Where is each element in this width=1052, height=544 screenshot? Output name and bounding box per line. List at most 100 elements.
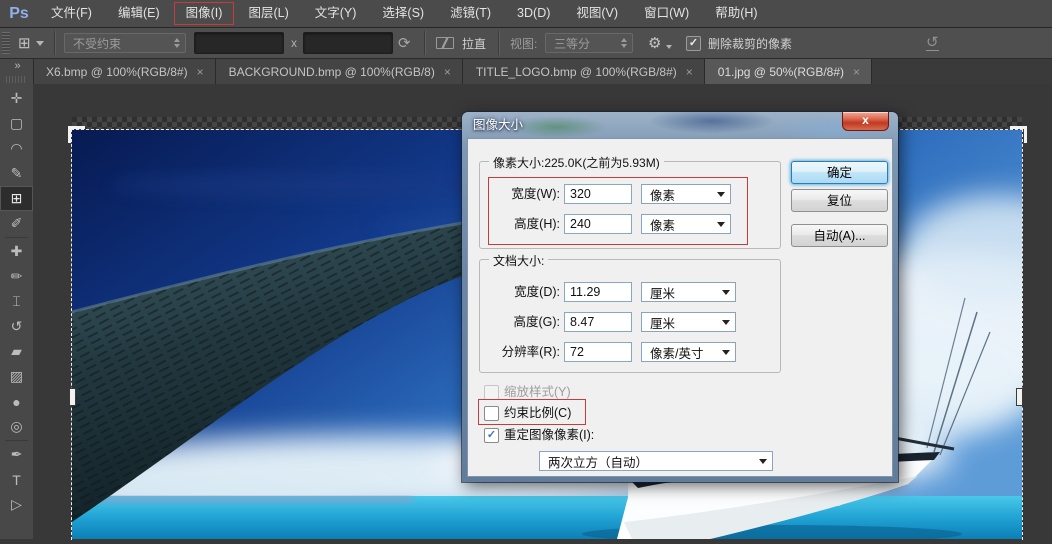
blur-tool[interactable]: ●	[0, 389, 33, 414]
crop-tool[interactable]: ⊞	[0, 186, 33, 211]
pixel-width-label: 宽度(W):	[494, 184, 560, 204]
menu-help[interactable]: 帮助(H)	[702, 1, 770, 26]
crop-ratio-dropdown[interactable]: 不受约束	[64, 28, 186, 58]
menu-image[interactable]: 图像(I)	[173, 1, 236, 26]
menu-select[interactable]: 选择(S)	[369, 1, 437, 26]
crop-handle-right[interactable]	[1016, 388, 1023, 406]
menu-view[interactable]: 视图(V)	[563, 1, 631, 26]
menu-edit[interactable]: 编辑(E)	[105, 1, 173, 26]
delete-cropped-pixels-checkbox[interactable]: ✓ 删除裁剪的像素	[686, 28, 792, 58]
tab-title-logo[interactable]: TITLE_LOGO.bmp @ 100%(RGB/8#) ×	[463, 59, 705, 84]
pixel-width-unit-select[interactable]: 像素	[641, 184, 731, 204]
lasso-tool[interactable]: ◠	[0, 136, 33, 161]
menu-window[interactable]: 窗口(W)	[631, 1, 702, 26]
dropdown-arrow-icon	[717, 192, 725, 201]
menu-layer[interactable]: 图层(L)	[235, 1, 301, 26]
quick-selection-tool[interactable]: ✎	[0, 161, 33, 186]
doc-width-unit-select[interactable]: 厘米	[641, 282, 736, 302]
close-icon[interactable]: ×	[197, 65, 204, 79]
view-label: 视图:	[510, 28, 537, 58]
gradient-tool[interactable]: ▨	[0, 364, 33, 389]
crop-handle-top-right[interactable]	[1010, 126, 1027, 143]
eyedropper-tool[interactable]: ✐	[0, 211, 33, 236]
constrain-proportions-checkbox[interactable]	[484, 406, 499, 421]
panel-grip[interactable]	[6, 76, 27, 83]
resample-label: 重定图像像素(I):	[504, 425, 594, 445]
options-grip[interactable]	[2, 32, 10, 54]
dodge-tool[interactable]: ◎	[0, 414, 33, 439]
tab-title: TITLE_LOGO.bmp @ 100%(RGB/8#)	[476, 65, 677, 79]
pixel-height-label: 高度(H):	[494, 214, 560, 234]
straighten-button[interactable]: 拉直	[436, 28, 486, 58]
doc-height-input[interactable]	[564, 312, 632, 332]
crop-ratio-value: 不受约束	[73, 35, 121, 52]
view-overlay-dropdown[interactable]: 三等分	[545, 28, 633, 58]
close-icon[interactable]: ×	[853, 65, 860, 79]
reset-tool-button[interactable]: ↺	[926, 28, 939, 58]
ok-button[interactable]: 确定	[791, 161, 888, 184]
path-selection-tool-icon: ▷	[11, 496, 22, 513]
eraser-tool[interactable]: ▰	[0, 339, 33, 364]
tab-x6[interactable]: X6.bmp @ 100%(RGB/8#) ×	[33, 59, 216, 84]
resolution-input[interactable]	[564, 342, 632, 362]
healing-brush-tool[interactable]: ✚	[0, 239, 33, 264]
pixel-height-unit-value: 像素	[650, 215, 675, 234]
dropdown-arrow-icon	[759, 459, 767, 468]
crop-tool-preset[interactable]: ⊞	[18, 28, 44, 58]
gear-icon: ⚙	[648, 34, 661, 52]
pen-tool[interactable]: ✒	[0, 442, 33, 467]
menu-filter[interactable]: 滤镜(T)	[437, 1, 504, 26]
pixel-height-input[interactable]	[564, 214, 632, 234]
crop-tool-icon: ⊞	[11, 190, 23, 207]
doc-height-label: 高度(G):	[484, 312, 560, 332]
doc-width-input[interactable]	[564, 282, 632, 302]
photoshop-logo: Ps	[0, 5, 38, 23]
healing-brush-tool-icon: ✚	[11, 243, 23, 260]
crop-width-input[interactable]	[194, 28, 284, 58]
crop-height-input[interactable]	[303, 28, 393, 58]
move-tool[interactable]: ✛	[0, 86, 33, 111]
close-icon[interactable]: ×	[444, 65, 451, 79]
tab-title: X6.bmp @ 100%(RGB/8#)	[46, 65, 188, 79]
resolution-unit-select[interactable]: 像素/英寸	[641, 342, 736, 362]
level-icon	[436, 37, 454, 49]
marquee-tool[interactable]: ▢	[0, 111, 33, 136]
menu-type[interactable]: 文字(Y)	[302, 1, 370, 26]
close-icon[interactable]: ×	[686, 65, 693, 79]
history-brush-tool[interactable]: ↺	[0, 314, 33, 339]
crop-settings-button[interactable]: ⚙	[648, 28, 672, 58]
tab-01-active[interactable]: 01.jpg @ 50%(RGB/8#) ×	[705, 59, 872, 84]
collapse-panel-button[interactable]: »	[0, 59, 33, 75]
dialog-close-button[interactable]: x	[842, 112, 889, 131]
resample-checkbox[interactable]: ✓	[484, 428, 499, 443]
eyedropper-tool-icon: ✐	[11, 215, 23, 232]
doc-width-label: 宽度(D):	[484, 282, 560, 302]
dialog-title: 图像大小	[462, 112, 898, 138]
straighten-label: 拉直	[462, 35, 486, 52]
document-tab-bar: X6.bmp @ 100%(RGB/8#) × BACKGROUND.bmp @…	[33, 59, 1052, 84]
crop-handle-left[interactable]	[69, 388, 76, 406]
resample-method-select[interactable]: 两次立方（自动）	[539, 451, 773, 471]
divider	[54, 31, 56, 55]
delete-cropped-pixels-label: 删除裁剪的像素	[708, 35, 792, 52]
reset-button[interactable]: 复位	[791, 189, 888, 212]
clone-stamp-tool[interactable]: ⌶	[0, 289, 33, 314]
doc-height-unit-select[interactable]: 厘米	[641, 312, 736, 332]
menu-3d[interactable]: 3D(D)	[504, 1, 563, 26]
pixel-height-unit-select[interactable]: 像素	[641, 214, 731, 234]
clone-stamp-tool-icon: ⌶	[12, 293, 20, 310]
quick-selection-tool-icon: ✎	[11, 165, 23, 182]
tab-background[interactable]: BACKGROUND.bmp @ 100%(RGB/8) ×	[216, 59, 463, 84]
brush-tool[interactable]: ✏	[0, 264, 33, 289]
crop-handle-top-left[interactable]	[68, 126, 85, 143]
type-tool[interactable]: T	[0, 467, 33, 492]
swap-rotate-button[interactable]: ⟳	[398, 28, 411, 58]
view-overlay-value: 三等分	[554, 35, 590, 52]
tab-title: BACKGROUND.bmp @ 100%(RGB/8)	[229, 65, 435, 79]
auto-button[interactable]: 自动(A)...	[791, 224, 888, 247]
pixel-width-input[interactable]	[564, 184, 632, 204]
scale-styles-checkbox	[484, 385, 499, 400]
menu-file[interactable]: 文件(F)	[38, 1, 105, 26]
path-selection-tool[interactable]: ▷	[0, 492, 33, 517]
dropdown-arrow-icon	[722, 290, 730, 299]
